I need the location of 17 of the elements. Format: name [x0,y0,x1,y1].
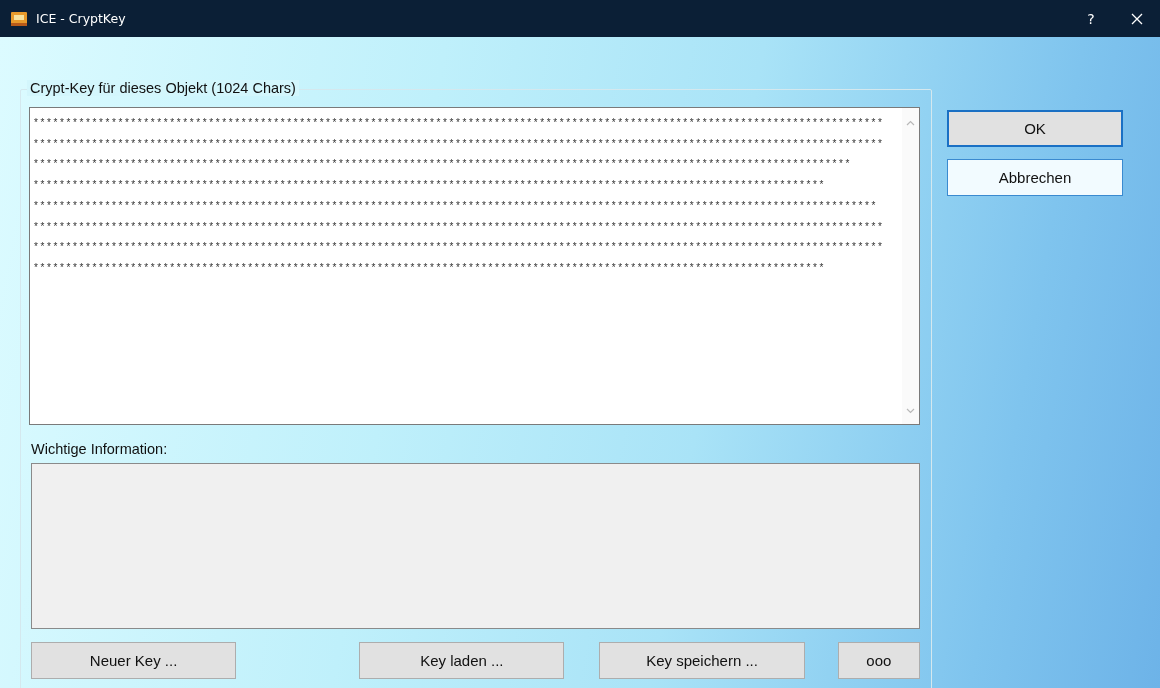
action-button[interactable]: Neuer Key ... [31,642,237,679]
action-button[interactable]: Key speichern ... [599,642,805,679]
close-icon [1131,12,1143,25]
app-icon [10,10,28,27]
key-text: *********************************************************************************************************************************** *********************************************************************************************************************************** ****************************************************************************************************************************** ************************************************************************************************************************** ********************************************************************************************************************************** *********************************************************************************************************************************** *********************************************************************************************************************************** ************************************************************************************************************************** [34,116,885,275]
key-text-area[interactable] [29,107,920,425]
group-label: Crypt-Key für dieses Objekt (1024 Chars) [27,80,299,96]
scroll-bar[interactable] [902,108,919,424]
action-button[interactable]: Key laden ... [359,642,565,679]
scroll-up-icon [906,120,915,126]
action-button[interactable]: ooo [837,642,920,679]
dialog-button[interactable]: Abbrechen [947,159,1123,196]
scroll-down-icon [906,408,915,414]
help-button[interactable]: ? [1068,0,1114,37]
dialog-button[interactable]: OK [947,110,1123,147]
window-title: ICE - CryptKey [36,11,126,26]
info-label: Wichtige Information: [31,441,169,457]
